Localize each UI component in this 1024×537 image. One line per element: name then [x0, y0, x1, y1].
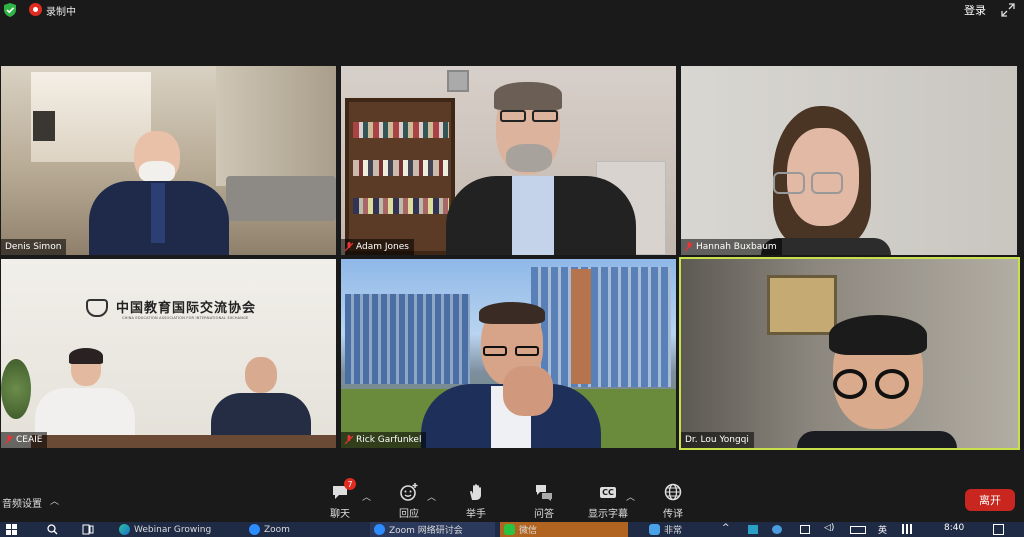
video-tile-rick-garfunkel[interactable]: Rick Garfunkel: [341, 259, 676, 448]
participant-name: Dr. Lou Yongqi: [685, 435, 749, 445]
participant-name: Hannah Buxbaum: [696, 242, 777, 252]
keyboard-icon[interactable]: [850, 526, 866, 534]
participant-name-bar: Denis Simon: [1, 239, 67, 255]
recording-icon: [29, 3, 42, 16]
chat-icon: 7: [330, 478, 356, 502]
wechat-app-icon: [504, 524, 515, 535]
interpretation-button[interactable]: 传译: [643, 482, 703, 520]
notification-icon[interactable]: [993, 524, 1004, 535]
lamp: [33, 111, 55, 141]
qa-icon: [534, 482, 554, 502]
person-figure: [446, 82, 636, 255]
taskbar-app-zoom[interactable]: Zoom: [245, 522, 365, 537]
interpretation-label: 传译: [663, 509, 683, 520]
audio-settings-caret-icon[interactable]: ︿: [50, 494, 59, 507]
participant-name-bar: Adam Jones: [341, 239, 414, 255]
participant-name-bar: Dr. Lou Yongqi: [681, 432, 754, 448]
windows-start-icon[interactable]: [6, 524, 17, 535]
person-figure: [797, 315, 957, 448]
organization-banner: 中国教育国际交流协会 CHINA EDUCATION ASSOCIATION F…: [86, 297, 276, 327]
video-tile-hannah-buxbaum[interactable]: Hannah Buxbaum: [681, 66, 1017, 255]
login-button[interactable]: 登录: [964, 2, 986, 18]
participant-name-bar: CEAIE: [1, 432, 48, 448]
video-tile-ceaie[interactable]: 中国教育国际交流协会 CHINA EDUCATION ASSOCIATION F…: [1, 259, 336, 448]
emoji-plus-icon: [399, 482, 419, 502]
person-figure: [421, 302, 601, 448]
input-grid-icon[interactable]: [902, 524, 913, 534]
video-tile-lou-yongqi[interactable]: Dr. Lou Yongqi: [679, 257, 1020, 450]
person-figure: [89, 131, 229, 255]
input-method-indicator[interactable]: 英: [878, 523, 887, 536]
microphone-muted-icon: [685, 242, 693, 252]
background-sofa: [226, 176, 336, 221]
participant-name: Rick Garfunkel: [356, 435, 422, 445]
taskbar-app-label: Zoom 网络研讨会: [389, 526, 463, 536]
taskbar-app-label: Webinar Growing: [134, 524, 212, 535]
person-right: [211, 357, 311, 442]
banner-chinese-title: 中国教育国际交流协会: [116, 301, 257, 316]
zoom-app-icon: [374, 524, 385, 535]
fullscreen-icon[interactable]: [1001, 3, 1015, 17]
qa-label: 问答: [534, 509, 554, 520]
chat-badge: 7: [344, 478, 356, 490]
microphone-muted-icon: [5, 435, 13, 445]
windows-taskbar: Webinar Growing Zoom Zoom 网络研讨会 微信 非常 ^ …: [0, 522, 1024, 537]
participant-name: Denis Simon: [5, 242, 62, 252]
shield-icon[interactable]: [4, 3, 16, 17]
taskbar-app-zoom-webinar[interactable]: Zoom 网络研讨会: [370, 522, 495, 537]
chat-button[interactable]: 7 聊天: [310, 478, 370, 520]
leave-button[interactable]: 离开: [965, 489, 1015, 511]
raise-hand-label: 举手: [466, 509, 486, 520]
taskbar-weather[interactable]: 非常: [645, 522, 705, 537]
search-icon[interactable]: [47, 524, 58, 535]
raise-hand-button[interactable]: 举手: [446, 482, 506, 520]
edge-browser-icon: [119, 524, 130, 535]
ceaie-logo-icon: [86, 299, 108, 317]
taskbar-app-label: Zoom: [264, 524, 290, 535]
participant-name: Adam Jones: [356, 242, 409, 252]
participant-name-bar: Rick Garfunkel: [341, 432, 427, 448]
background-curtain: [216, 66, 336, 186]
taskbar-app-webinar[interactable]: Webinar Growing: [115, 522, 240, 537]
taskbar-clock: 8:40: [944, 523, 965, 533]
taskbar-app-label: 微信: [519, 526, 538, 536]
participant-name-bar: Hannah Buxbaum: [681, 239, 782, 255]
tray-app-icon[interactable]: [748, 525, 758, 534]
reactions-label: 回应: [399, 509, 419, 520]
recording-label: 录制中: [46, 7, 76, 18]
task-view-icon[interactable]: [82, 524, 94, 535]
zoom-app-icon: [249, 524, 260, 535]
person-left: [35, 348, 135, 442]
video-tile-denis-simon[interactable]: Denis Simon: [1, 66, 336, 255]
chevron-up-icon[interactable]: ^: [722, 523, 730, 533]
person-figure: [751, 106, 901, 255]
captions-caret-icon[interactable]: ︿: [626, 490, 635, 503]
audio-settings-button[interactable]: 音频设置: [2, 495, 42, 510]
plant: [1, 359, 31, 419]
meeting-toolbar: 音频设置 ︿ 7 聊天 ︿ 回应 ︿ 举手 问答 CC 显示字幕 ︿ 传译 离开: [0, 478, 1024, 522]
desk: [31, 435, 336, 448]
microphone-muted-icon: [345, 435, 353, 445]
chat-label: 聊天: [330, 509, 350, 520]
hand-icon: [466, 482, 486, 502]
network-icon[interactable]: [800, 525, 810, 534]
volume-icon[interactable]: ◁): [824, 523, 834, 533]
tray-app-icon[interactable]: [772, 525, 782, 534]
taskbar-weather-label: 非常: [664, 526, 683, 536]
participant-name: CEAIE: [16, 435, 43, 445]
video-tile-adam-jones[interactable]: Adam Jones: [341, 66, 676, 255]
reactions-caret-icon[interactable]: ︿: [427, 490, 436, 503]
microphone-muted-icon: [345, 242, 353, 252]
taskbar-app-wechat[interactable]: 微信: [500, 522, 628, 537]
captions-label: 显示字幕: [588, 509, 628, 520]
qa-button[interactable]: 问答: [514, 482, 574, 520]
bookshelf: [345, 98, 455, 255]
captions-icon-text: CC: [600, 486, 616, 498]
banner-english-title: CHINA EDUCATION ASSOCIATION FOR INTERNAT…: [122, 316, 249, 320]
weather-icon: [649, 524, 660, 535]
chat-caret-icon[interactable]: ︿: [362, 490, 371, 503]
globe-icon: [663, 482, 683, 502]
closed-captions-icon: CC: [598, 482, 618, 502]
top-bar: 录制中 登录: [0, 0, 1024, 20]
